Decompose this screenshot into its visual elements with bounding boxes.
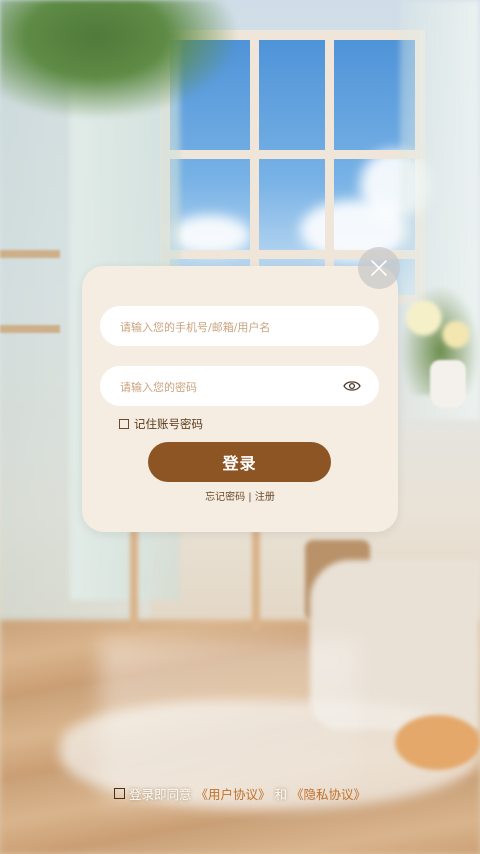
password-field[interactable] [100, 366, 379, 408]
eye-icon[interactable] [343, 378, 361, 394]
agreement-conjunction: 和 [274, 787, 288, 802]
password-input[interactable] [118, 366, 337, 408]
login-card: 记住账号密码 登录 忘记密码 | 注册 [82, 266, 398, 532]
user-agreement-link[interactable]: 《用户协议》 [195, 784, 270, 803]
forgot-password-link[interactable]: 忘记密码 [205, 492, 245, 503]
link-separator: | [245, 492, 255, 503]
agreement-bar: 登录即同意 《用户协议》 和 《隐私协议》 [0, 784, 480, 803]
checkbox-icon[interactable] [119, 419, 129, 429]
agreement-prefix: 登录即同意 [128, 787, 192, 802]
account-field[interactable] [100, 306, 379, 348]
close-icon [371, 260, 387, 276]
remember-credentials[interactable]: 记住账号密码 [119, 416, 203, 432]
close-button[interactable] [358, 247, 400, 289]
agreement-checkbox[interactable] [113, 788, 125, 799]
login-button[interactable]: 登录 [148, 442, 331, 482]
auth-links: 忘记密码 | 注册 [82, 488, 398, 503]
register-link[interactable]: 注册 [255, 492, 275, 503]
privacy-policy-link[interactable]: 《隐私协议》 [291, 784, 366, 803]
account-input[interactable] [118, 306, 337, 348]
remember-label: 记住账号密码 [134, 417, 203, 431]
